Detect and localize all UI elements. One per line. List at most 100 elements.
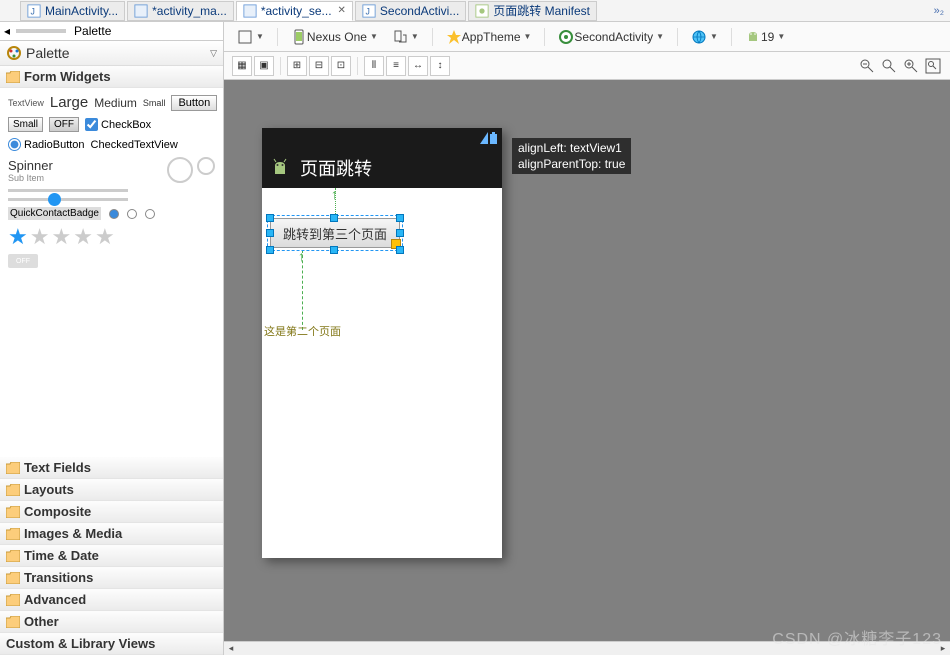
palette-header: ◂ Palette — [0, 22, 223, 41]
radio-dot-icon[interactable] — [145, 209, 155, 219]
widget-toggle-off[interactable]: OFF — [49, 117, 79, 132]
orientation-icon — [392, 29, 408, 45]
widget-progressbar[interactable] — [8, 189, 128, 192]
distribute-button[interactable]: ≡ — [386, 56, 406, 76]
tab-label: 页面跳转 Manifest — [493, 2, 590, 19]
zoom-in-button[interactable] — [902, 56, 920, 76]
widget-radiobutton[interactable]: RadioButton — [8, 138, 85, 151]
zoom-reset-button[interactable] — [880, 56, 898, 76]
widget-button[interactable]: Button — [171, 95, 217, 111]
wrap-button[interactable]: ↕ — [430, 56, 450, 76]
resize-handle[interactable] — [330, 214, 338, 222]
align-button[interactable]: ⊡ — [331, 56, 351, 76]
widget-checkedtextview[interactable]: CheckedTextView — [91, 139, 178, 151]
layout-root[interactable]: ↑ ↑ 跳转到第三个页面 这是第二个页面 — [262, 188, 502, 558]
zoom-fit-button[interactable] — [924, 56, 942, 76]
widget-seekbar[interactable] — [8, 198, 128, 201]
resize-handle[interactable] — [266, 246, 274, 254]
orientation-button[interactable]: ▼ — [387, 26, 424, 48]
folder-icon — [6, 572, 20, 584]
widget-quickcontactbadge[interactable]: QuickContactBadge — [8, 207, 101, 220]
resize-handle[interactable] — [330, 246, 338, 254]
tab-label: MainActivity... — [45, 4, 118, 18]
device-selector[interactable]: Nexus One▼ — [286, 26, 383, 48]
radio-dot-icon[interactable] — [109, 209, 119, 219]
widget-checkbox[interactable]: CheckBox — [85, 118, 151, 131]
widget-ratingbar[interactable]: ★ ★ ★ ★ ★ — [8, 224, 215, 250]
tab-second-activity[interactable]: J SecondActivi... — [355, 1, 466, 21]
tab-manifest[interactable]: 页面跳转 Manifest — [468, 1, 597, 21]
resize-handle[interactable] — [396, 229, 404, 237]
tab-label: *activity_ma... — [152, 4, 227, 18]
config-toolbar: ▼ Nexus One▼ ▼ AppTheme▼ SecondActivity▼… — [224, 22, 950, 52]
tab-activity-second-xml[interactable]: *activity_se... ✕ — [236, 1, 353, 21]
toggle-bounds-button[interactable]: ▦ — [232, 56, 252, 76]
palette-title[interactable]: Palette ▽ — [0, 41, 223, 66]
widget-progress-large[interactable] — [167, 157, 193, 183]
distribute-button[interactable]: ⫴ — [364, 56, 384, 76]
horizontal-scrollbar[interactable]: ◂ ▸ — [224, 641, 950, 655]
tabs-overflow[interactable]: »₂ — [934, 5, 944, 17]
scroll-left-icon[interactable]: ◂ — [224, 643, 238, 655]
button-text: 跳转到第三个页面 — [283, 224, 387, 243]
folder-icon — [6, 71, 20, 83]
section-transitions[interactable]: Transitions — [0, 567, 223, 589]
star-icon: ★ — [30, 224, 50, 250]
design-canvas[interactable]: 页面跳转 ↑ ↑ 跳转到第三个页面 这是第二个页面 alignLeft: te — [224, 80, 950, 655]
section-composite[interactable]: Composite — [0, 501, 223, 523]
align-button[interactable]: ⊞ — [287, 56, 307, 76]
widget-large-text[interactable]: Large — [50, 94, 88, 111]
selected-button-widget[interactable]: 跳转到第三个页面 — [270, 218, 400, 248]
widget-textview[interactable]: TextView — [8, 98, 44, 108]
arrow-up-icon: ↑ — [298, 248, 305, 264]
phone-icon — [291, 29, 307, 45]
radio-dot-icon[interactable] — [127, 209, 137, 219]
resize-handle[interactable] — [396, 214, 404, 222]
widget-progress-small[interactable] — [197, 157, 215, 175]
action-bar: 页面跳转 — [262, 148, 502, 188]
locale-selector[interactable]: ▼ — [686, 26, 723, 48]
svg-text:J: J — [31, 6, 35, 16]
activity-selector[interactable]: SecondActivity▼ — [553, 26, 669, 48]
widget-small-text[interactable]: Small — [143, 98, 166, 108]
app-icon — [270, 158, 290, 178]
wrap-button[interactable]: ↔ — [408, 56, 428, 76]
resize-handle[interactable] — [266, 229, 274, 237]
folder-icon — [6, 528, 20, 540]
toggle-layout-button[interactable]: ▼ — [232, 26, 269, 48]
section-time-date[interactable]: Time & Date — [0, 545, 223, 567]
folder-icon — [6, 506, 20, 518]
resize-handle[interactable] — [266, 214, 274, 222]
widget-switch[interactable]: OFF — [8, 254, 38, 268]
widget-spinner[interactable]: Spinner — [8, 158, 53, 173]
close-icon[interactable]: ✕ — [338, 5, 346, 16]
widget-subitem: Sub Item — [8, 173, 53, 183]
frame-icon — [237, 29, 253, 45]
zoom-out-button[interactable] — [858, 56, 876, 76]
android-icon — [745, 29, 761, 45]
palette-icon — [6, 45, 22, 61]
section-images-media[interactable]: Images & Media — [0, 523, 223, 545]
tab-main-activity[interactable]: J MainActivity... — [20, 1, 125, 21]
section-custom-library[interactable]: Custom & Library Views — [0, 633, 223, 655]
section-text-fields[interactable]: Text Fields — [0, 457, 223, 479]
resize-handle[interactable] — [396, 246, 404, 254]
widget-small-button[interactable]: Small — [8, 117, 43, 132]
layout-toolbar: ▦ ▣ ⊞ ⊟ ⊡ ⫴ ≡ ↔ ↕ — [224, 52, 950, 80]
section-layouts[interactable]: Layouts — [0, 479, 223, 501]
tab-activity-main-xml[interactable]: *activity_ma... — [127, 1, 234, 21]
scroll-right-icon[interactable]: ▸ — [936, 643, 950, 655]
align-button[interactable]: ⊟ — [309, 56, 329, 76]
xml-file-icon — [243, 4, 257, 18]
section-advanced[interactable]: Advanced — [0, 589, 223, 611]
api-selector[interactable]: 19▼ — [740, 26, 790, 48]
section-other[interactable]: Other — [0, 611, 223, 633]
chevron-down-icon[interactable]: ▽ — [210, 48, 217, 59]
theme-selector[interactable]: AppTheme▼ — [441, 26, 537, 48]
folder-icon — [6, 484, 20, 496]
textview-widget[interactable]: 这是第二个页面 — [264, 323, 341, 339]
toggle-padding-button[interactable]: ▣ — [254, 56, 274, 76]
editor-tab-strip: J MainActivity... *activity_ma... *activ… — [0, 0, 950, 22]
section-form-widgets[interactable]: Form Widgets — [0, 66, 223, 88]
widget-medium-text[interactable]: Medium — [94, 96, 137, 110]
